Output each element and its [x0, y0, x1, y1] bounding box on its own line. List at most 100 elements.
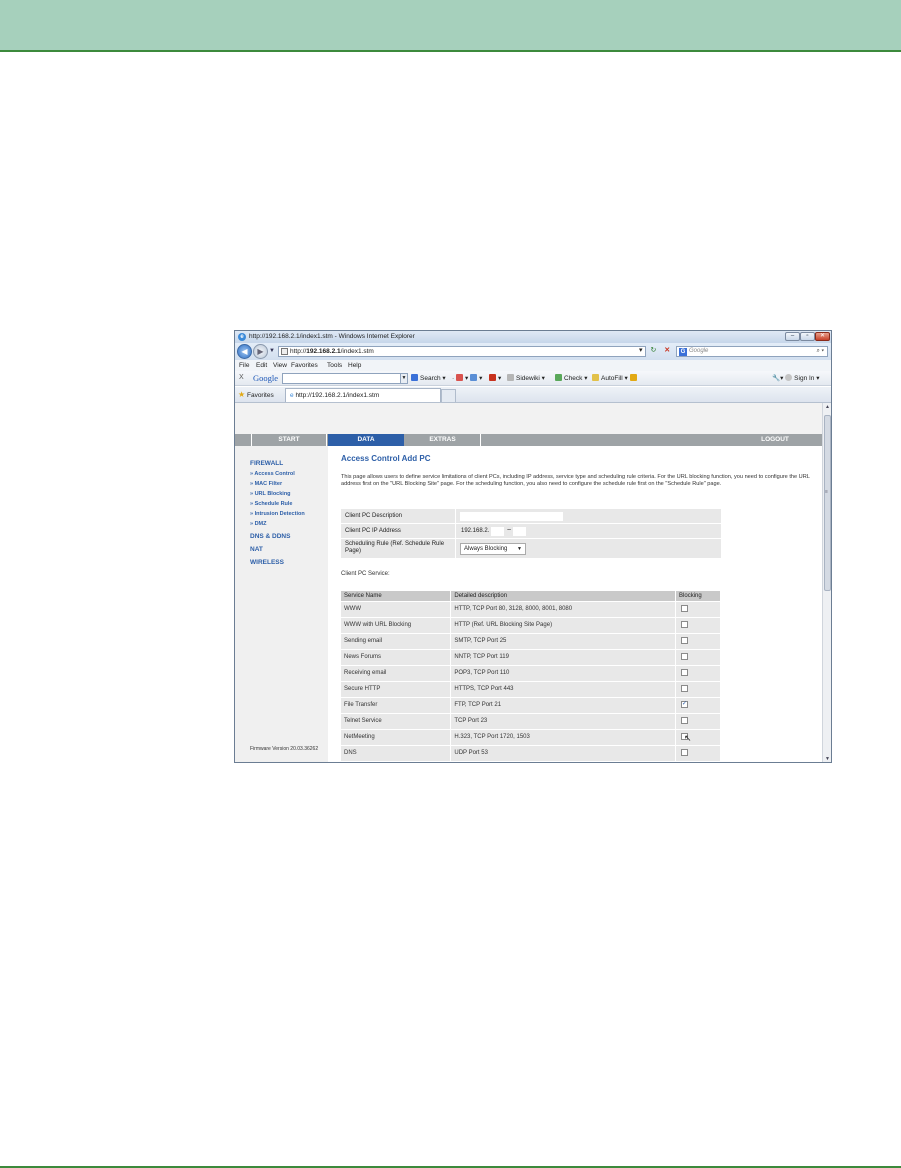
browser-tab[interactable]: e http://192.168.2.1/index1.stm: [285, 388, 441, 402]
menu-view[interactable]: View: [273, 362, 287, 369]
menu-favorites[interactable]: Favorites: [291, 362, 318, 369]
chevron-down-icon: ▼: [517, 546, 522, 552]
nav-start[interactable]: START: [251, 434, 327, 446]
back-button[interactable]: ◀: [237, 344, 252, 359]
blocking-checkbox[interactable]: ✓: [681, 701, 689, 709]
search-icon[interactable]: ⌕ ▾: [816, 347, 824, 356]
wrench-icon: 🔧: [772, 375, 781, 382]
service-desc: H.323, TCP Port 1720, 1503: [450, 729, 677, 746]
blocking-checkbox[interactable]: [681, 621, 689, 629]
service-name: Sending email: [341, 633, 452, 650]
blocking-checkbox[interactable]: [681, 685, 689, 693]
sidebar-item-schedule-rule[interactable]: » Schedule Rule: [250, 501, 293, 507]
client-pc-form: Client PC Description Client PC IP Addre…: [341, 509, 721, 559]
table-row: Receiving email POP3, TCP Port 110: [341, 665, 721, 682]
minimize-button[interactable]: –: [785, 332, 800, 341]
google-search-dropdown[interactable]: ▼: [400, 373, 408, 384]
table-row: File Transfer FTP, TCP Port 21 ✓: [341, 697, 721, 714]
page-description: This page allows users to define service…: [341, 474, 810, 488]
description-label: Client PC Description: [345, 513, 403, 519]
sidebar-item-dmz[interactable]: » DMZ: [250, 521, 267, 527]
refresh-icon[interactable]: ↻: [650, 347, 656, 354]
blocking-checkbox[interactable]: [681, 749, 689, 757]
close-button[interactable]: ✕: [815, 332, 830, 341]
schedule-label: Scheduling Rule (Ref. Schedule Rule Page…: [345, 541, 445, 554]
address-tools: ▾ ↻ ✕: [639, 346, 676, 354]
scroll-thumb[interactable]: [824, 415, 831, 591]
blocking-checkbox[interactable]: [681, 605, 689, 613]
menu-tools[interactable]: Tools: [327, 362, 342, 369]
history-dropdown-icon[interactable]: ▼: [269, 348, 275, 354]
browser-window: e http://192.168.2.1/index1.stm - Window…: [234, 330, 832, 763]
schedule-select[interactable]: Always Blocking ▼: [460, 543, 526, 555]
blocking-checkbox[interactable]: [681, 717, 689, 725]
sidebar-dns-ddns[interactable]: DNS & DDNS: [250, 533, 290, 540]
menu-file[interactable]: File: [239, 362, 249, 369]
blocking-checkbox[interactable]: [681, 653, 689, 661]
scroll-grip-icon: ≡: [825, 489, 828, 495]
toolbar-share-icon[interactable]: · ▾ ▾: [452, 374, 482, 382]
new-tab-button[interactable]: [441, 389, 456, 402]
scroll-down-icon[interactable]: ▼: [823, 755, 831, 762]
sidebar-item-mac-filter[interactable]: » MAC Filter: [250, 481, 282, 487]
forward-button[interactable]: ▶: [253, 344, 268, 359]
sidebar-item-access-control[interactable]: » Access Control: [250, 471, 295, 477]
service-name: Telnet Service: [341, 713, 452, 730]
menu-bar: File Edit View Favorites Tools Help: [235, 360, 831, 371]
page-header-band: [0, 0, 901, 52]
sidewiki-button[interactable]: Sidewiki ▾: [507, 374, 545, 382]
table-row: NetMeeting H.323, TCP Port 1720, 1503 ↖: [341, 729, 721, 746]
signin-button[interactable]: 🔧▾ Sign In ▾: [772, 374, 820, 382]
service-name: File Transfer: [341, 697, 452, 714]
user-icon: [785, 374, 793, 381]
check-button[interactable]: Check ▾: [555, 374, 588, 382]
google-search-input[interactable]: [282, 373, 408, 384]
service-caption: Client PC Service:: [341, 571, 390, 577]
nav-logout[interactable]: LOGOUT: [745, 434, 805, 446]
service-name: NetMeeting: [341, 729, 452, 746]
favorites-bar: ★ Favorites e http://192.168.2.1/index1.…: [235, 387, 831, 403]
ip-end-input[interactable]: [513, 527, 526, 536]
form-row-schedule: Scheduling Rule (Ref. Schedule Rule Page…: [341, 539, 721, 559]
url-input[interactable]: http://192.168.2.1/index1.stm: [278, 346, 646, 357]
nav-extras[interactable]: EXTRAS: [405, 434, 481, 446]
service-name: WWW: [341, 601, 452, 618]
google-search-button[interactable]: Search ▾: [411, 374, 446, 382]
autofill-button[interactable]: AutoFill ▾: [592, 374, 639, 382]
sidebar-item-url-blocking[interactable]: » URL Blocking: [250, 491, 291, 497]
header-blocking: Blocking: [675, 591, 721, 602]
page-content: START DATA EXTRAS LOGOUT FIREWALL » Acce…: [235, 403, 822, 762]
vertical-scrollbar[interactable]: ▲ ≡ ▼: [822, 403, 831, 762]
ip-start-input[interactable]: [491, 527, 504, 536]
blocking-checkbox[interactable]: [681, 637, 689, 645]
service-desc: NNTP, TCP Port 119: [450, 649, 677, 666]
stop-icon[interactable]: ✕: [664, 347, 670, 354]
nav-data[interactable]: DATA: [328, 434, 404, 446]
sidebar-nat[interactable]: NAT: [250, 546, 263, 553]
sidebar-firewall[interactable]: FIREWALL: [250, 460, 283, 467]
search-placeholder: Google: [689, 348, 709, 354]
google-toolbar: X Google ▼ Search ▾ · ▾ ▾ ▾ Sidewiki ▾ C…: [235, 371, 831, 386]
page-icon: [281, 348, 288, 355]
table-header-row: Service Name Detailed description Blocki…: [341, 591, 721, 602]
favorites-button[interactable]: ★ Favorites: [238, 390, 274, 399]
sidebar-wireless[interactable]: WIRELESS: [250, 559, 284, 566]
toolbar-translate-icon[interactable]: ▾: [489, 374, 501, 382]
search-input[interactable]: G Google ⌕ ▾: [676, 346, 828, 357]
menu-edit[interactable]: Edit: [256, 362, 267, 369]
description-input[interactable]: [460, 512, 563, 521]
service-desc: SMTP, TCP Port 25: [450, 633, 677, 650]
sidebar-item-intrusion-detection[interactable]: » Intrusion Detection: [250, 511, 305, 517]
pencil-icon: [629, 374, 637, 381]
service-desc: HTTPS, TCP Port 443: [450, 681, 677, 698]
toolbar-close-button[interactable]: X: [239, 374, 244, 381]
google-logo: Google: [253, 373, 279, 383]
maximize-button[interactable]: ▫: [800, 332, 815, 341]
url-dropdown-icon[interactable]: ▾: [639, 347, 643, 354]
table-row: Telnet Service TCP Port 23: [341, 713, 721, 730]
blocking-checkbox[interactable]: [681, 669, 689, 677]
scroll-up-icon[interactable]: ▲: [823, 403, 831, 412]
service-name: DNS: [341, 745, 452, 762]
menu-help[interactable]: Help: [348, 362, 361, 369]
url-prefix: http://: [290, 348, 307, 355]
